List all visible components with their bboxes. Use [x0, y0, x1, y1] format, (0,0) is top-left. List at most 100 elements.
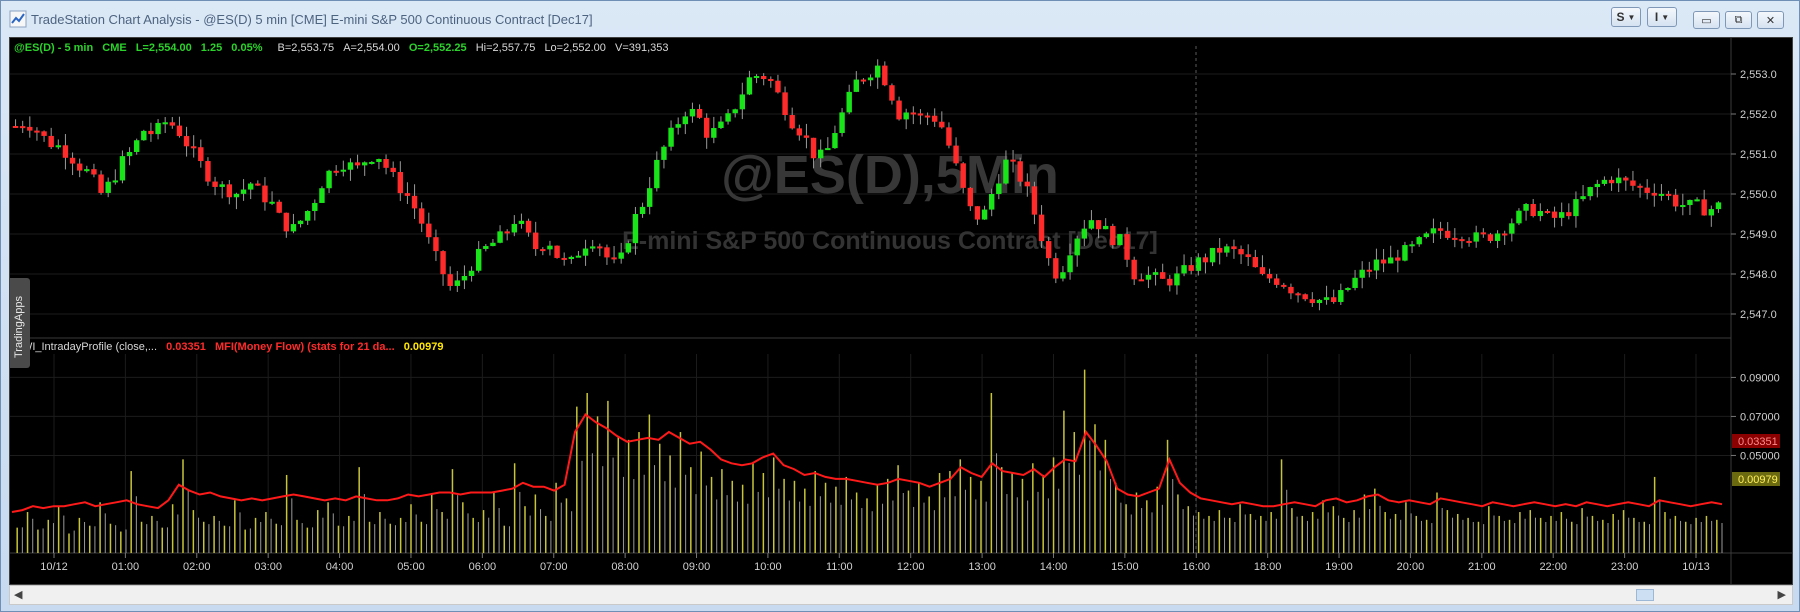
candle-up	[1359, 269, 1365, 278]
window-title: TradeStation Chart Analysis - @ES(D) 5 m…	[31, 12, 593, 27]
candle-down	[1038, 214, 1045, 242]
candle-down	[226, 184, 233, 198]
candle-up	[240, 189, 247, 194]
candle-up	[247, 183, 254, 190]
low-price: Lo=2,552.00	[544, 42, 605, 54]
candle-down	[1452, 237, 1458, 240]
candle-down	[98, 174, 104, 193]
candle-down	[333, 170, 339, 173]
dropdown-arrow-icon: ▼	[1661, 12, 1670, 22]
candle-down	[775, 80, 781, 93]
candle-up	[839, 112, 845, 134]
candle-up	[461, 275, 468, 281]
candle-down	[1295, 293, 1301, 296]
volume-total: V=391,353	[615, 42, 669, 54]
candle-up	[1152, 272, 1159, 275]
candle-down	[810, 137, 817, 159]
s-menu-label: S	[1616, 10, 1625, 24]
time-tick-label: 08:00	[611, 561, 639, 573]
candle-down	[604, 247, 610, 258]
candle-up	[832, 133, 838, 149]
candle-up	[1594, 183, 1601, 188]
candle-up	[347, 162, 354, 170]
candle-down	[703, 117, 710, 138]
candle-down	[1238, 249, 1244, 255]
s-menu-button[interactable]: S ▼	[1611, 7, 1641, 27]
candle-up	[219, 184, 225, 187]
candle-down	[1480, 232, 1487, 235]
candle-up	[1088, 220, 1095, 229]
scrollbar-thumb[interactable]	[1636, 589, 1654, 601]
candle-down	[597, 246, 603, 249]
candle-down	[1188, 265, 1194, 271]
close-icon: ✕	[1765, 14, 1776, 27]
scroll-left-icon[interactable]: ◀	[14, 588, 22, 601]
time-tick-label: 10/13	[1682, 561, 1710, 573]
candle-down	[283, 212, 290, 232]
horizontal-scrollbar[interactable]: ◀ ▶	[9, 585, 1793, 605]
candle-up	[483, 246, 489, 249]
candle-down	[205, 161, 211, 182]
candle-down	[1302, 294, 1308, 300]
scroll-right-icon[interactable]: ▶	[1778, 588, 1786, 601]
restore-button[interactable]: ⧉	[1725, 11, 1752, 29]
app-window: TradeStation Chart Analysis - @ES(D) 5 m…	[0, 0, 1800, 612]
chart-area[interactable]: @ES(D),5Min E-mini S&P 500 Continuous Co…	[9, 37, 1793, 585]
candle-up	[718, 121, 724, 129]
candle-down	[1053, 258, 1059, 279]
time-tick-label: 13:00	[968, 561, 996, 573]
candle-down	[426, 223, 432, 238]
candle-up	[817, 149, 824, 159]
candle-up	[675, 124, 681, 128]
candle-down	[967, 187, 974, 207]
candle-down	[540, 249, 546, 252]
candle-down	[1159, 272, 1166, 279]
candle-up	[1409, 244, 1415, 247]
candle-up	[1316, 299, 1323, 304]
title-bar[interactable]: TradeStation Chart Analysis - @ES(D) 5 m…	[1, 1, 1799, 37]
i-menu-button[interactable]: I ▼	[1647, 7, 1677, 27]
candle-down	[803, 135, 810, 138]
candle-down	[860, 79, 867, 82]
time-tick-label: 07:00	[540, 561, 568, 573]
chart-svg[interactable]: @ES(D),5Min E-mini S&P 500 Continuous Co…	[10, 38, 1792, 584]
candle-down	[276, 201, 282, 213]
candle-down	[696, 108, 703, 118]
candle-down	[27, 126, 33, 131]
candle-down	[1010, 159, 1016, 162]
candle-up	[468, 270, 475, 276]
candle-up	[1416, 237, 1422, 245]
candle-up	[1060, 272, 1066, 279]
candle-down	[1266, 273, 1273, 279]
candle-up	[361, 162, 368, 166]
candle-up	[1338, 290, 1344, 302]
tradingapps-tab[interactable]: TradingApps	[10, 278, 30, 368]
close-button[interactable]: ✕	[1757, 11, 1784, 29]
candle-down	[768, 79, 774, 82]
candle-down	[1501, 233, 1508, 236]
price-tick-label: 2,550.0	[1740, 189, 1777, 201]
candle-up	[1181, 265, 1187, 274]
net-change: 1.25	[201, 42, 222, 54]
candle-down	[554, 245, 560, 258]
price-tick-label: 2,551.0	[1740, 149, 1777, 161]
candle-down	[1630, 180, 1636, 186]
candle-down	[41, 131, 47, 136]
header-line: @ES(D) - 5 min CME L=2,554.00 1.25 0.05%…	[14, 42, 669, 54]
candle-up	[689, 108, 696, 117]
candle-up	[1209, 247, 1216, 263]
candle-up	[682, 116, 689, 125]
candle-down	[1281, 284, 1287, 287]
tradestation-app-icon	[9, 10, 27, 28]
time-tick-label: 12:00	[897, 561, 925, 573]
candle-down	[931, 115, 938, 122]
candle-down	[91, 169, 97, 175]
minimize-button[interactable]: ▭	[1693, 11, 1720, 29]
candle-up	[233, 193, 240, 198]
candle-down	[1017, 161, 1023, 182]
candle-up	[575, 255, 582, 258]
candle-up	[646, 188, 653, 207]
candle-down	[1444, 230, 1451, 238]
candle-down	[1138, 279, 1145, 282]
candle-up	[732, 109, 738, 114]
